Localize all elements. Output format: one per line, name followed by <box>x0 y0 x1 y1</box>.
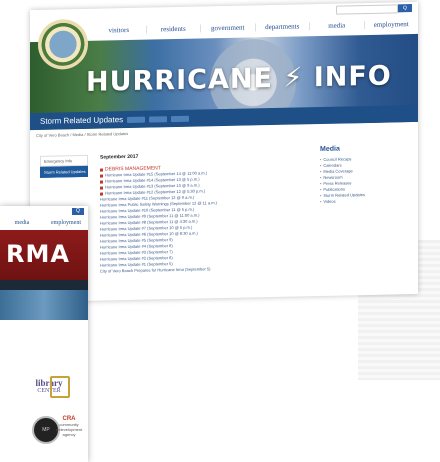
sidebar-item-storm-updates[interactable]: Storm Related Updates <box>40 165 88 178</box>
share-button[interactable] <box>127 116 146 123</box>
cra-logo-sub: community redevelopment agency <box>55 422 83 437</box>
sidebar: Emergency Info Storm Related Updates <box>40 154 88 178</box>
search-button[interactable]: Q <box>72 207 84 215</box>
cra-logo[interactable]: CRA community redevelopment agency <box>52 416 86 437</box>
front-browser-window: Q visitors residents government departme… <box>30 1 419 303</box>
pdf-icon <box>100 168 103 172</box>
nav-visitors[interactable]: visitors <box>92 25 147 35</box>
pdf-icon <box>100 180 103 184</box>
pdf-icon <box>100 174 103 178</box>
hurricane-symbol-icon: ⚡ <box>283 62 304 94</box>
nav-media[interactable]: media <box>310 21 365 31</box>
breadcrumb[interactable]: City of Vero Beach / Media / Storm Relat… <box>36 131 128 138</box>
search-input[interactable] <box>336 3 398 15</box>
media-heading: Media <box>320 145 340 153</box>
title-bar: Storm Related Updates <box>30 104 418 131</box>
gift-logo[interactable] <box>50 376 70 398</box>
list-item-label: City of Vero Beach Prepares for Hurrican… <box>100 266 211 274</box>
nav-residents[interactable]: residents <box>146 24 201 34</box>
dark-strip <box>0 280 88 290</box>
nav-employment[interactable]: employment <box>44 220 88 226</box>
pdf-icon <box>100 192 103 196</box>
banner-text: RMA <box>6 240 70 268</box>
media-menu: Media Council Recaps Calendars Media Cov… <box>320 144 410 205</box>
share-button[interactable] <box>149 115 168 123</box>
headline-word-2: INFO <box>313 60 392 94</box>
media-link[interactable]: Videos <box>320 197 410 205</box>
back-browser-window: Q media employment RMA library CENTER MP… <box>0 206 88 462</box>
nav-employment[interactable]: employment <box>365 20 419 29</box>
page-title: Storm Related Updates <box>40 115 124 126</box>
nav-government[interactable]: government <box>201 23 256 33</box>
share-button[interactable] <box>171 115 190 122</box>
list-heading: September 2017 <box>100 153 139 161</box>
irma-banner: RMA <box>0 230 88 280</box>
image-strip <box>0 290 88 320</box>
top-bar: Q <box>0 206 88 216</box>
main-nav: media employment <box>0 216 88 230</box>
nav-media[interactable]: media <box>0 220 44 226</box>
pdf-icon <box>100 186 103 190</box>
hero-headline: HURRICANE ⚡ INFO <box>86 60 392 97</box>
updates-list: September 2017 DEBRIS MANAGEMENT Hurrica… <box>100 150 305 274</box>
hero-banner: HURRICANE ⚡ INFO Storm Related Updates <box>30 33 418 131</box>
nav-departments[interactable]: departments <box>255 22 310 32</box>
search-button[interactable]: Q <box>398 4 412 13</box>
headline-word-1: HURRICANE <box>86 62 273 98</box>
